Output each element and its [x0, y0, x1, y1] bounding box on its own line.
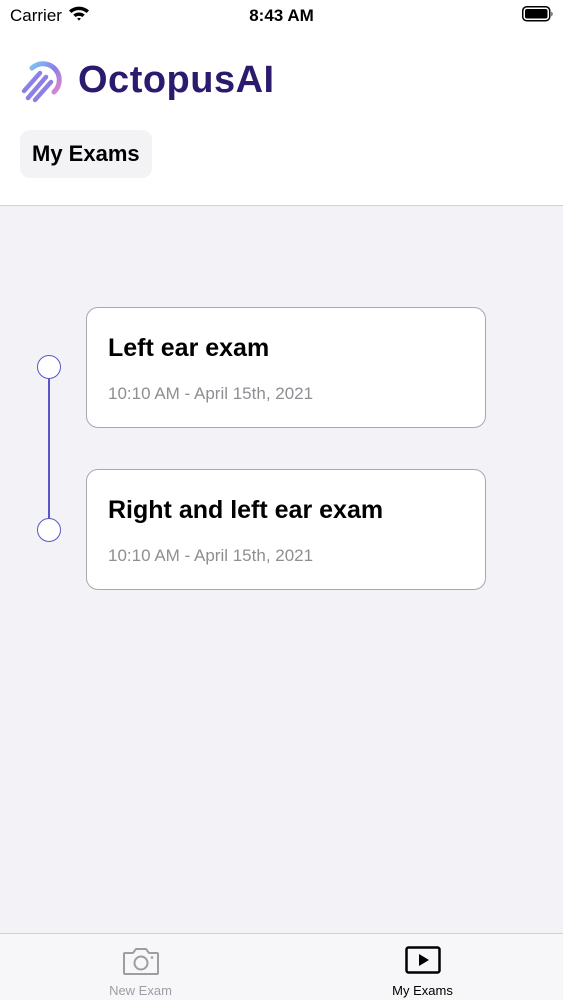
- tab-label: New Exam: [109, 983, 172, 998]
- tab-label: My Exams: [392, 983, 453, 998]
- app-name: OctopusAI: [78, 59, 275, 101]
- timeline-line: [48, 379, 50, 519]
- exam-title: Right and left ear exam: [108, 496, 384, 524]
- timeline-dot: [37, 518, 61, 542]
- octopus-logo-icon: [20, 54, 68, 109]
- status-bar: Carrier 8:43 AM: [0, 0, 563, 30]
- exam-date: 10:10 AM - April 15th, 2021: [108, 384, 314, 403]
- timeline-dot: [37, 355, 61, 379]
- page-title: My Exams: [20, 130, 152, 178]
- tab-bar: New Exam My Exams: [0, 933, 563, 1000]
- app-header: OctopusAI My Exams: [0, 30, 563, 206]
- battery-icon: [522, 6, 554, 27]
- tab-my-exams[interactable]: My Exams: [282, 934, 563, 1000]
- play-icon: [404, 946, 441, 979]
- exam-card[interactable]: Left ear exam 10:10 AM - April 15th, 202…: [86, 307, 486, 428]
- exam-date: 10:10 AM - April 15th, 2021: [108, 546, 314, 565]
- tab-new-exam[interactable]: New Exam: [0, 934, 281, 1000]
- exam-card[interactable]: Right and left ear exam 10:10 AM - April…: [86, 469, 486, 590]
- exam-title: Left ear exam: [108, 334, 270, 362]
- camera-icon: [122, 946, 160, 981]
- status-time: 8:43 AM: [249, 6, 314, 25]
